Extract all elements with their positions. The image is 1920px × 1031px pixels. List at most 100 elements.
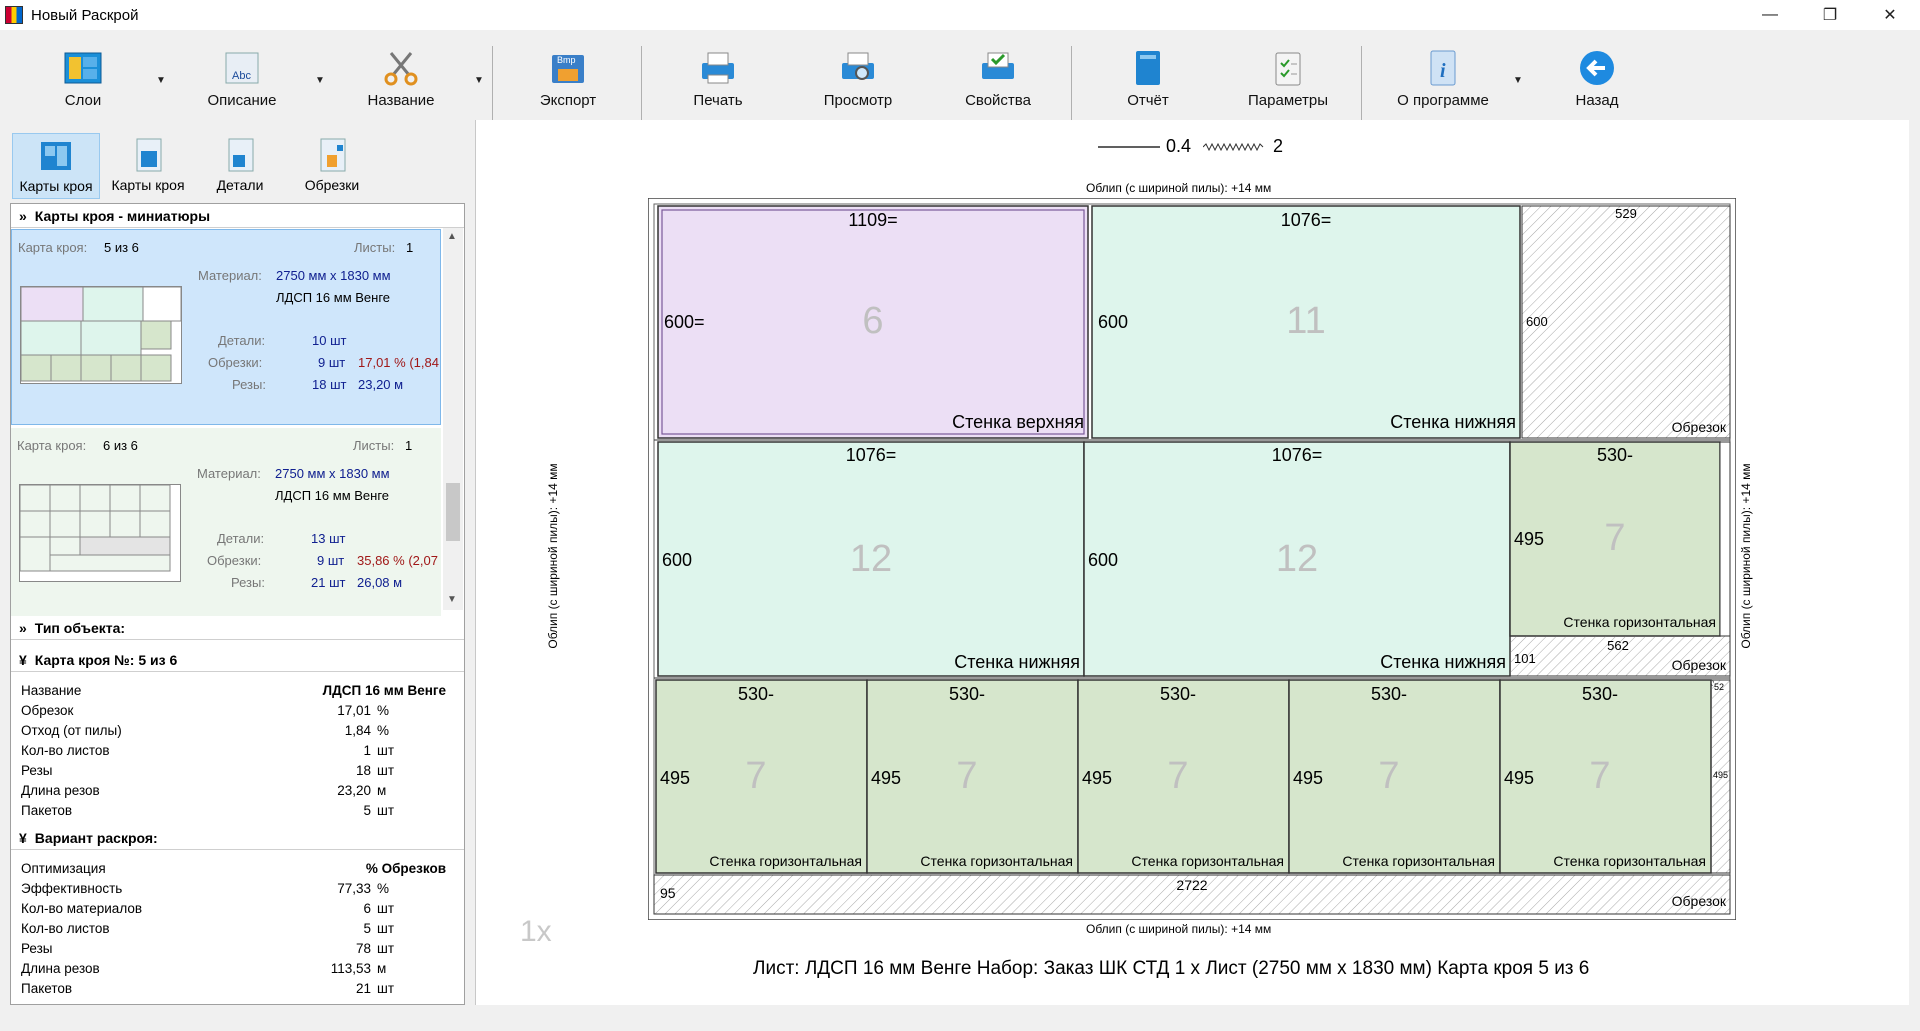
scissors-icon [380, 48, 422, 88]
svg-text:Abc: Abc [232, 70, 251, 82]
line-edge-value: 0.4 [1166, 136, 1192, 156]
svg-text:Стенка горизонтальная: Стенка горизонтальная [920, 853, 1073, 869]
left-tabs: Карты кроя Карты кроя Детали Обрезки [10, 133, 465, 199]
prop-row: Резы 78 шт [21, 941, 395, 956]
scroll-down-icon[interactable]: ▼ [447, 594, 457, 605]
svg-text:600: 600 [1098, 312, 1128, 332]
svg-text:1076=: 1076= [846, 445, 897, 465]
name-dropdown-icon[interactable]: ▼ [474, 75, 484, 86]
edge-legend: 0.4 2 [1098, 136, 1283, 157]
preview-button[interactable]: Просмотр [803, 48, 913, 120]
thumbnails-header[interactable]: » Карты кроя - миниатюры [11, 204, 464, 228]
zoom-level: 1x [520, 915, 552, 948]
svg-text:530-: 530- [738, 684, 774, 704]
prop-row: Название ЛДСП 16 мм Венге [21, 683, 446, 698]
back-arrow-icon [1576, 48, 1618, 88]
sheet-layout: 1109= 600= 6 Стенка верхняя 1076= 600 11… [647, 197, 1737, 921]
svg-text:i: i [1440, 60, 1446, 82]
window-title: Новый Раскрой [31, 6, 139, 24]
svg-text:Стенка горизонтальная: Стенка горизонтальная [1131, 853, 1284, 869]
layers-dropdown-icon[interactable]: ▼ [156, 75, 166, 86]
top-edge-label: Облип (с шириной пилы): +14 мм [1086, 181, 1272, 195]
scroll-up-icon[interactable]: ▲ [447, 231, 457, 242]
svg-text:11: 11 [1286, 300, 1325, 342]
offcuts-icon [320, 138, 346, 172]
svg-text:530-: 530- [1582, 684, 1618, 704]
left-edge-label: Облип (с шириной пилы): +14 мм [546, 463, 560, 649]
left-panel: » Карты кроя - миниатюры Карта кроя: 5 и… [10, 203, 465, 1005]
layers-icon [62, 48, 104, 88]
export-button[interactable]: Bmp Экспорт [513, 48, 623, 120]
close-button[interactable]: ✕ [1860, 0, 1920, 30]
svg-text:Стенка нижняя: Стенка нижняя [1390, 412, 1516, 432]
wave-edge-value: 2 [1273, 136, 1284, 156]
prop-row: Пакетов 21 шт [21, 981, 395, 996]
status-bar [0, 1005, 1920, 1031]
about-dropdown-icon[interactable]: ▼ [1513, 75, 1523, 86]
svg-text:530-: 530- [1160, 684, 1196, 704]
thumbnails-scrollbar[interactable]: ▲ ▼ [443, 228, 463, 610]
svg-text:529: 529 [1615, 206, 1637, 221]
cut-maps-icon [41, 142, 71, 170]
tab-cut-maps-thumbnails[interactable]: Карты кроя [12, 133, 100, 199]
svg-text:530-: 530- [949, 684, 985, 704]
svg-text:Обрезок: Обрезок [1672, 893, 1727, 909]
svg-text:7: 7 [745, 755, 766, 797]
svg-text:600: 600 [662, 550, 692, 570]
offcut [1521, 205, 1731, 439]
svg-text:12: 12 [1276, 538, 1318, 580]
minimize-button[interactable]: — [1740, 0, 1800, 30]
cut-map-card-6[interactable]: Карта кроя: 6 из 6 Листы: 1 Материал: 27… [11, 428, 441, 618]
svg-text:495: 495 [871, 768, 901, 788]
description-button[interactable]: Abc Описание [187, 48, 297, 120]
svg-text:Стенка горизонтальная: Стенка горизонтальная [1553, 853, 1706, 869]
prop-row: Длина резов 23,20 м [21, 783, 387, 798]
svg-text:495: 495 [1293, 768, 1323, 788]
cut-map-thumbnail [20, 286, 182, 384]
bottom-edge-label: Облип (с шириной пилы): +14 мм [1086, 922, 1272, 936]
printer-icon [697, 48, 739, 88]
tab-parts[interactable]: Детали [196, 133, 284, 199]
svg-text:1109=: 1109= [848, 210, 897, 230]
svg-text:Стенка верхняя: Стенка верхняя [952, 412, 1084, 432]
svg-text:1076=: 1076= [1272, 445, 1323, 465]
cut-map-thumbnail [19, 484, 181, 582]
parts-icon [228, 138, 254, 172]
prop-row: Кол-во материалов 6 шт [21, 901, 395, 916]
cut-map-list-icon [136, 138, 162, 172]
collapse-icon: ¥ [19, 651, 27, 668]
svg-text:Обрезок: Обрезок [1672, 657, 1727, 673]
properties-icon [977, 48, 1019, 88]
svg-text:6: 6 [862, 300, 883, 342]
prop-row: Кол-во листов 5 шт [21, 921, 395, 936]
tab-cut-maps[interactable]: Карты кроя [104, 133, 192, 199]
svg-text:7: 7 [1604, 517, 1625, 559]
prop-row: Пакетов 5 шт [21, 803, 395, 818]
report-button[interactable]: Отчёт [1093, 48, 1203, 120]
cut-map-card-5[interactable]: Карта кроя: 5 из 6 Листы: 1 Материал: 27… [11, 229, 441, 425]
description-dropdown-icon[interactable]: ▼ [315, 75, 325, 86]
variant-header[interactable]: ¥ Вариант раскроя: [11, 826, 464, 850]
object-type-header[interactable]: » Тип объекта: [11, 616, 464, 640]
svg-text:95: 95 [660, 885, 676, 901]
svg-text:495: 495 [660, 768, 690, 788]
prop-row: Оптимизация% Обрезков [21, 861, 446, 876]
svg-text:101: 101 [1514, 651, 1536, 666]
back-button[interactable]: Назад [1542, 48, 1652, 120]
about-button[interactable]: i О программе [1383, 48, 1503, 120]
name-button[interactable]: Название [346, 48, 456, 120]
layers-button[interactable]: Слои [28, 48, 138, 120]
scroll-thumb[interactable] [446, 483, 460, 541]
maximize-button[interactable]: ❐ [1800, 0, 1860, 30]
prop-row: Резы 18 шт [21, 763, 395, 778]
tab-offcuts[interactable]: Обрезки [288, 133, 376, 199]
cut-map-header[interactable]: ¥ Карта кроя №: 5 из 6 [11, 648, 464, 672]
properties-button[interactable]: Свойства [943, 48, 1053, 120]
print-preview-icon [837, 48, 879, 88]
svg-text:7: 7 [1589, 755, 1610, 797]
print-button[interactable]: Печать [663, 48, 773, 120]
svg-text:7: 7 [1167, 755, 1188, 797]
svg-text:Bmp: Bmp [557, 55, 576, 65]
expand-icon: » [19, 207, 27, 224]
params-button[interactable]: Параметры [1233, 48, 1343, 120]
